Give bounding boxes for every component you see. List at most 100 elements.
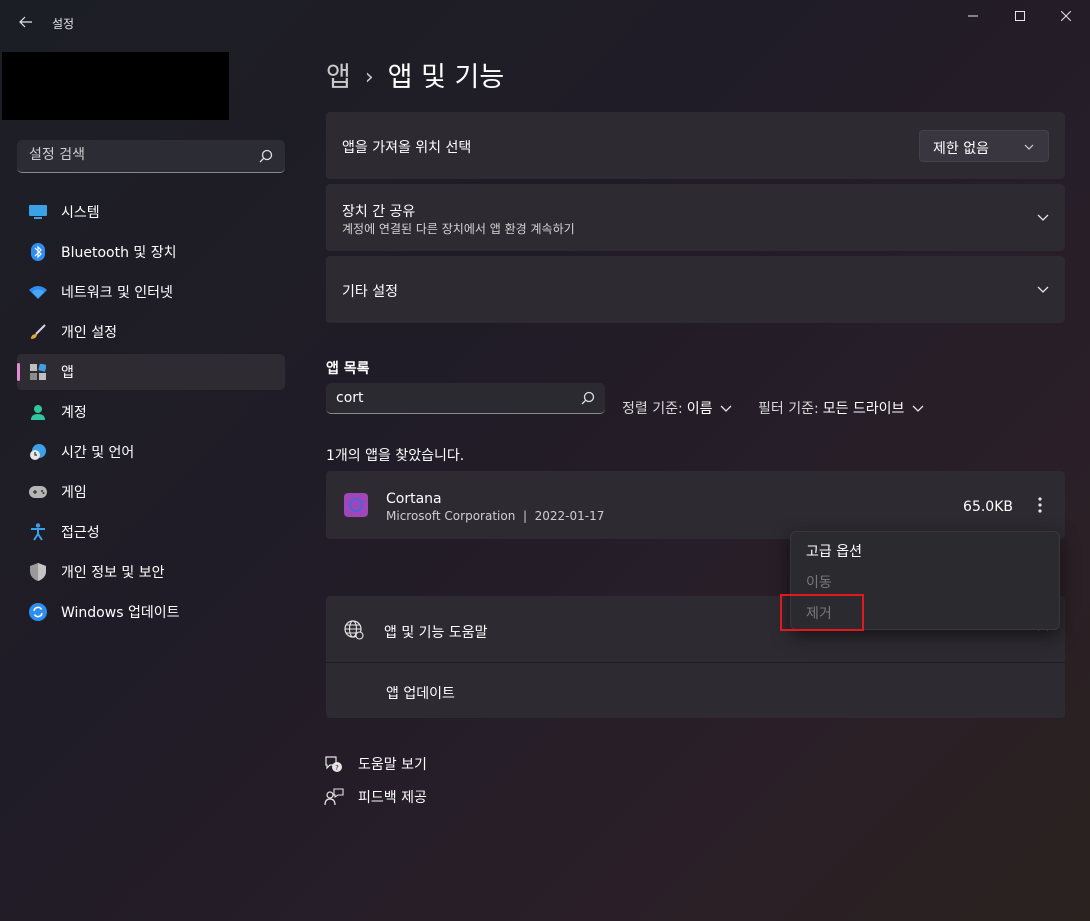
page-title: 앱 및 기능 [387, 62, 505, 93]
help-title[interactable]: 앱 및 기능 도움말 [384, 622, 488, 642]
share-across-devices-card[interactable]: 장치 간 공유 계정에 연결된 다른 장치에서 앱 환경 계속하기 [326, 184, 1065, 251]
sidebar-item-gaming[interactable]: 게임 [17, 474, 285, 510]
settings-search[interactable] [17, 140, 285, 173]
install-source-card: 앱을 가져올 위치 선택 제한 없음 [326, 112, 1065, 179]
maximize-button[interactable] [997, 6, 1043, 28]
sidebar-item-label: Windows 업데이트 [61, 605, 180, 621]
maximize-icon [1015, 11, 1025, 21]
app-install-date: 2022-01-17 [534, 509, 605, 523]
sort-dropdown[interactable]: 정렬 기준: 이름 [622, 398, 732, 418]
chevron-down-icon[interactable] [1037, 286, 1049, 293]
app-search-input[interactable] [336, 390, 566, 406]
sidebar-item-network[interactable]: 네트워크 및 인터넷 [17, 274, 285, 310]
sidebar-item-label: 시간 및 언어 [61, 445, 135, 461]
sidebar-item-bluetooth[interactable]: Bluetooth 및 장치 [17, 234, 285, 270]
user-profile-redacted [2, 52, 229, 120]
accessibility-icon [28, 522, 48, 542]
install-source-dropdown[interactable]: 제한 없음 [919, 130, 1049, 162]
minimize-icon [968, 15, 978, 17]
install-source-label: 앱을 가져올 위치 선택 [342, 140, 472, 156]
globe-help-icon [344, 620, 364, 640]
give-feedback-label: 피드백 제공 [358, 790, 427, 806]
sort-value: 이름 [686, 401, 713, 417]
title-bar: 설정 [0, 0, 1090, 46]
sidebar-item-label: 앱 [61, 365, 74, 381]
breadcrumb-parent[interactable]: 앱 [326, 62, 351, 93]
minimize-button[interactable] [950, 6, 996, 28]
app-search[interactable] [326, 383, 605, 414]
get-help-label: 도움말 보기 [358, 757, 427, 773]
chevron-down-icon [912, 405, 924, 412]
sidebar-item-label: 개인 정보 및 보안 [61, 565, 165, 581]
chevron-down-icon[interactable] [1037, 214, 1049, 221]
meta-separator: | [522, 509, 527, 523]
brush-icon [28, 322, 48, 342]
search-icon[interactable] [259, 149, 273, 163]
results-count: 1개의 앱을 찾았습니다. [326, 448, 465, 464]
sidebar-item-label: 게임 [61, 485, 87, 501]
divider [326, 662, 1065, 663]
filter-value: 모든 드라이브 [822, 401, 905, 417]
back-arrow-icon [19, 16, 32, 28]
sidebar-item-label: 접근성 [61, 525, 100, 541]
breadcrumb: 앱 › 앱 및 기능 [326, 55, 504, 94]
search-icon[interactable] [581, 391, 595, 405]
clock-globe-icon [28, 442, 48, 462]
sidebar-item-personalization[interactable]: 개인 설정 [17, 314, 285, 350]
bluetooth-icon [28, 242, 48, 262]
close-button[interactable] [1043, 6, 1089, 28]
feedback-icon [324, 788, 344, 806]
filter-dropdown[interactable]: 필터 기준: 모든 드라이브 [758, 398, 924, 418]
share-across-devices-label: 장치 간 공유 [342, 204, 416, 220]
sidebar-item-accounts[interactable]: 계정 [17, 394, 285, 430]
sidebar-item-privacy[interactable]: 개인 정보 및 보안 [17, 554, 285, 590]
give-feedback-link[interactable]: 피드백 제공 [324, 787, 427, 807]
sidebar-item-accessibility[interactable]: 접근성 [17, 514, 285, 550]
settings-search-input[interactable] [29, 147, 249, 163]
app-list-item: Cortana Microsoft Corporation | 2022-01-… [326, 471, 1065, 539]
breadcrumb-separator: › [364, 65, 374, 90]
sidebar-item-label: 개인 설정 [61, 325, 117, 341]
gamepad-icon [28, 482, 48, 502]
sidebar-item-time-language[interactable]: 시간 및 언어 [17, 434, 285, 470]
sidebar-item-label: 계정 [61, 405, 87, 421]
more-vertical-icon [1038, 497, 1042, 513]
shield-icon [28, 562, 48, 582]
sidebar-item-system[interactable]: 시스템 [17, 194, 285, 230]
cortana-icon [344, 493, 368, 517]
sidebar-item-windows-update[interactable]: Windows 업데이트 [17, 594, 285, 630]
get-help-link[interactable]: ? 도움말 보기 [324, 754, 427, 774]
sidebar-nav: 시스템 Bluetooth 및 장치 네트워크 및 인터넷 개인 설정 앱 계정… [17, 194, 285, 634]
apps-icon [28, 362, 48, 382]
filter-label: 필터 기준: [758, 401, 819, 417]
svg-text:?: ? [335, 764, 339, 772]
chevron-down-icon [1024, 144, 1034, 150]
app-list-heading: 앱 목록 [326, 361, 370, 377]
account-icon [28, 402, 48, 422]
active-indicator [17, 363, 20, 381]
help-chat-icon: ? [325, 756, 342, 772]
share-across-devices-description: 계정에 연결된 다른 장치에서 앱 환경 계속하기 [342, 222, 575, 236]
more-settings-label: 기타 설정 [342, 284, 398, 300]
more-options-button[interactable] [1029, 493, 1051, 517]
close-icon [1060, 10, 1072, 22]
sidebar-item-apps[interactable]: 앱 [17, 354, 285, 390]
more-settings-card[interactable]: 기타 설정 [326, 256, 1065, 323]
sidebar-item-label: Bluetooth 및 장치 [61, 245, 177, 261]
menu-item-move[interactable]: 이동 [806, 572, 832, 592]
wifi-icon [28, 282, 48, 302]
install-source-value: 제한 없음 [933, 141, 989, 157]
menu-item-advanced-options[interactable]: 고급 옵션 [806, 541, 862, 561]
system-icon [28, 202, 48, 222]
app-meta: Microsoft Corporation | 2022-01-17 [386, 509, 604, 523]
sidebar-item-label: 시스템 [61, 205, 100, 221]
window-title: 설정 [52, 17, 75, 31]
sidebar-item-label: 네트워크 및 인터넷 [61, 285, 173, 301]
app-update-link[interactable]: 앱 업데이트 [386, 683, 455, 703]
app-publisher: Microsoft Corporation [386, 509, 516, 523]
app-size: 65.0KB [963, 499, 1013, 515]
chevron-down-icon [720, 405, 732, 412]
back-button[interactable] [14, 12, 38, 34]
app-name: Cortana [386, 491, 442, 507]
sort-label: 정렬 기준: [622, 401, 683, 417]
